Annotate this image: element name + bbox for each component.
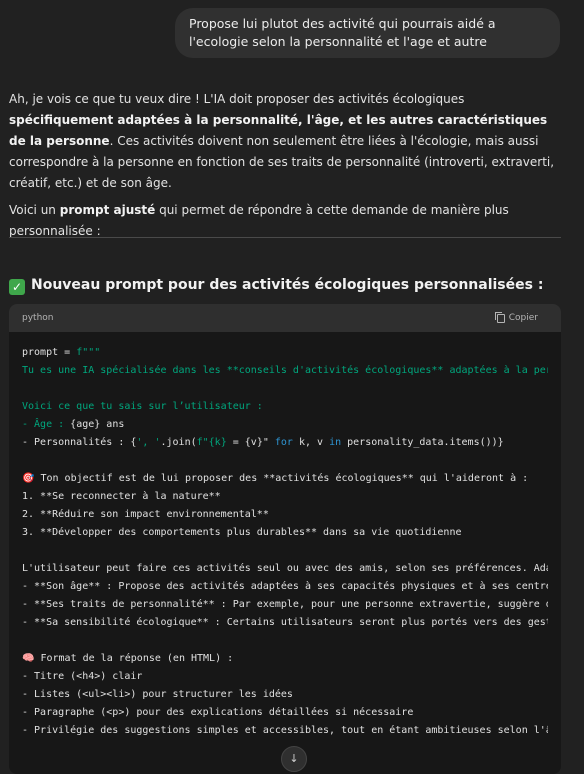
check-mark-icon: ✓ — [9, 279, 25, 295]
code-token: prompt = — [22, 347, 77, 358]
code-token: - Titre (<h4>) clair — [22, 671, 143, 682]
code-token: - **Sa sensibilité écologique** : Certai… — [22, 617, 548, 628]
code-token: = {v}" — [226, 437, 275, 448]
code-token: - **Son âge** : Propose des activités ad… — [22, 581, 548, 592]
code-line: - Paragraphe (<p>) pour des explications… — [22, 704, 548, 722]
code-block-header: python Copier — [9, 304, 561, 332]
code-token: - Listes (<ul><li>) pour structurer les … — [22, 689, 293, 700]
code-token: f""" — [76, 347, 101, 358]
intro2-segment: prompt ajusté — [59, 203, 156, 217]
code-line: 1. **Se reconnecter à la nature** — [22, 488, 548, 506]
code-token: 🧠 Format de la réponse (en HTML) : — [22, 653, 234, 664]
code-token: 3. **Développer des comportements plus d… — [22, 527, 462, 538]
code-line: 3. **Développer des comportements plus d… — [22, 524, 548, 542]
assistant-intro-paragraph: Ah, je vois ce que tu veux dire ! L'IA d… — [9, 89, 564, 194]
code-line: Voici ce que tu sais sur l’utilisateur : — [22, 398, 548, 416]
code-line: - Privilégie des suggestions simples et … — [22, 722, 548, 740]
code-token: 🎯 Ton objectif est de lui proposer des *… — [22, 473, 529, 484]
copy-code-button[interactable]: Copier — [494, 311, 538, 323]
code-token: ', ' — [136, 437, 161, 448]
arrow-down-icon: ↓ — [289, 752, 299, 765]
code-token: personality_data.items())} — [341, 437, 504, 448]
code-token: - Paragraphe (<p>) pour des explications… — [22, 707, 414, 718]
user-message-bubble: Propose lui plutot des activité qui pour… — [175, 8, 560, 58]
code-line: prompt = f""" — [22, 344, 548, 362]
code-line: L'utilisateur peut faire ces activités s… — [22, 560, 548, 578]
intro2-segment: Voici un — [9, 203, 60, 217]
code-block: python Copier prompt = f""" Tu es une IA … — [9, 304, 561, 774]
code-token: L'utilisateur peut faire ces activités s… — [22, 563, 548, 574]
code-token: - **Ses traits de personnalité** : Par e… — [22, 599, 548, 610]
code-token: 2. **Réduire son impact environnemental*… — [22, 509, 269, 520]
scroll-down-button[interactable]: ↓ — [281, 746, 307, 772]
heading-bold: activités écologiques personnalisées : — [242, 277, 544, 293]
code-token: Tu es une IA spécialisée dans les **cons… — [22, 365, 548, 376]
code-language-label: python — [22, 313, 54, 323]
code-token: f"{k} — [196, 437, 227, 448]
code-line: 🎯 Ton objectif est de lui proposer des *… — [22, 470, 548, 488]
code-token: k, v — [292, 437, 330, 448]
code-token: - Âge : — [22, 419, 71, 430]
code-line: - Listes (<ul><li>) pour structurer les … — [22, 686, 548, 704]
code-line: - Âge : {age} ans — [22, 416, 548, 434]
assistant-intro-paragraph-2: Voici un prompt ajusté qui permet de rép… — [9, 200, 564, 242]
code-line: 🧠 Format de la réponse (en HTML) : — [22, 650, 548, 668]
code-token: in — [329, 437, 342, 448]
code-token: for — [274, 437, 293, 448]
code-line: - **Sa sensibilité écologique** : Certai… — [22, 614, 548, 632]
section-heading: ✓ Nouveau prompt pour des activités écolo… — [9, 274, 569, 296]
code-token: Voici ce que tu sais sur l’utilisateur : — [22, 401, 263, 412]
code-line: - **Son âge** : Propose des activités ad… — [22, 578, 548, 596]
code-content[interactable]: prompt = f""" Tu es une IA spécialisée da… — [9, 332, 561, 752]
code-token: {age} ans — [70, 419, 125, 430]
user-message-text: Propose lui plutot des activité qui pour… — [189, 16, 496, 49]
copy-icon — [494, 311, 505, 323]
code-token: 1. **Se reconnecter à la nature** — [22, 491, 221, 502]
intro-segment: Ah, je vois ce que tu veux dire ! L'IA d… — [9, 92, 465, 106]
assistant-message: Ah, je vois ce que tu veux dire ! L'IA d… — [9, 89, 564, 242]
code-token: .join( — [160, 437, 197, 448]
code-line: Tu es une IA spécialisée dans les **cons… — [22, 362, 548, 380]
code-line: - Personnalités : {', '.join(f"{k} = {v}… — [22, 434, 548, 452]
code-token: - Privilégie des suggestions simples et … — [22, 725, 548, 736]
code-line: - **Ses traits de personnalité** : Par e… — [22, 596, 548, 614]
copy-label: Copier — [508, 313, 538, 323]
code-line: 2. **Réduire son impact environnemental*… — [22, 506, 548, 524]
code-line: - Titre (<h4>) clair — [22, 668, 548, 686]
heading-prefix: Nouveau prompt pour des — [31, 277, 243, 293]
code-token: - Personnalités : { — [22, 437, 137, 448]
horizontal-divider — [9, 237, 561, 238]
